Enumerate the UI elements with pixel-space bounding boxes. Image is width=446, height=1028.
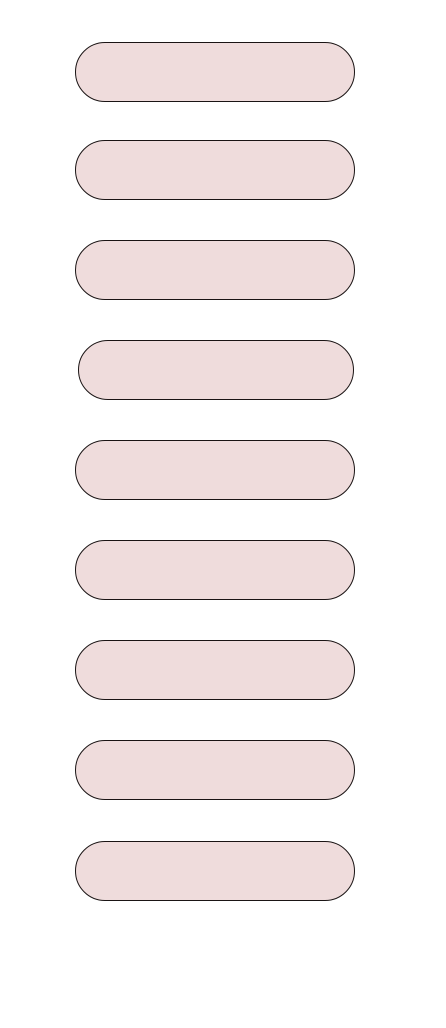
- pill-shape-8: [75, 740, 355, 800]
- pill-shape-5: [75, 440, 355, 500]
- pill-shape-2: [75, 140, 355, 200]
- pill-shape-1: [75, 42, 355, 102]
- pill-shape-9: [75, 841, 355, 901]
- pill-shape-3: [75, 240, 355, 300]
- pill-shape-7: [75, 640, 355, 700]
- pill-shape-6: [75, 540, 355, 600]
- pill-shape-4: [78, 340, 354, 400]
